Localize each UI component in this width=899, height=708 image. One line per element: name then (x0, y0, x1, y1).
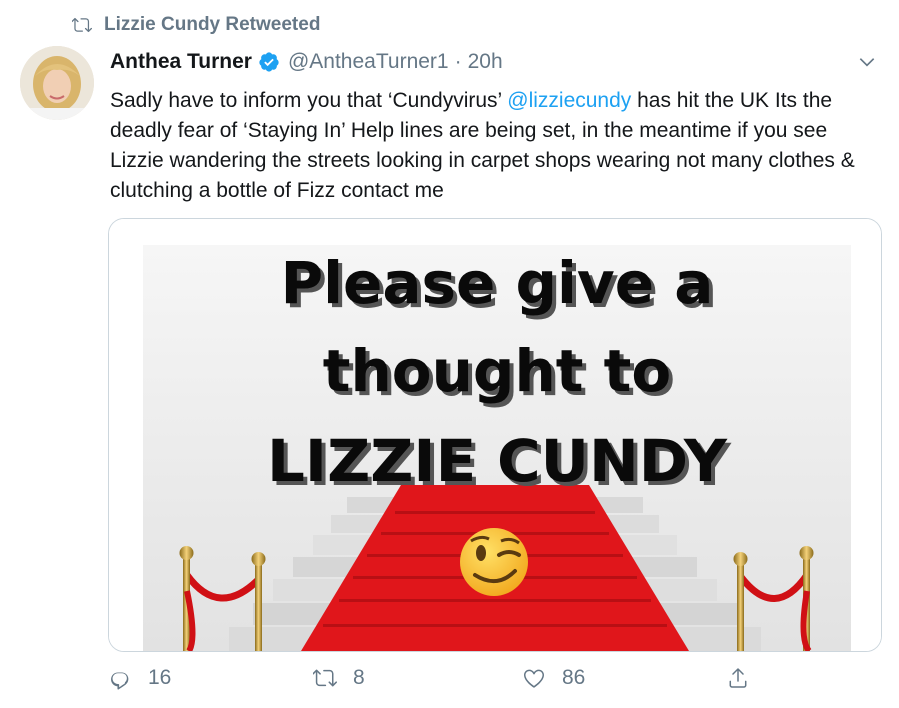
chevron-down-icon[interactable] (857, 52, 877, 72)
retweeted-by-label[interactable]: Lizzie Cundy Retweeted (104, 14, 320, 36)
author-handle[interactable]: @AntheaTurner1 (288, 50, 449, 74)
avatar[interactable] (20, 46, 94, 120)
tweet-image[interactable]: Please give a Please give a thought to t… (108, 218, 882, 652)
reply-count: 16 (148, 666, 172, 689)
tweet-time[interactable]: 20h (468, 50, 503, 74)
tweet-actions: 16 8 86 (108, 666, 768, 702)
tweet-text-part: Sadly have to inform you that ‘Cundyviru… (110, 89, 508, 112)
image-text-line1: Please give a (281, 249, 714, 317)
tweet-header: Anthea Turner @AntheaTurner1 · 20h (110, 50, 503, 74)
retweet-icon (72, 17, 92, 33)
retweet-count: 8 (353, 666, 365, 689)
author-name[interactable]: Anthea Turner (110, 50, 252, 74)
red-carpet-image: Please give a Please give a thought to t… (109, 219, 881, 651)
like-count: 86 (562, 666, 586, 689)
retweet-context[interactable]: Lizzie Cundy Retweeted (72, 14, 320, 36)
avatar-photo (20, 46, 94, 120)
image-text-line3: LIZZIE CUNDY (267, 427, 728, 495)
retweet-icon (313, 669, 337, 687)
header-separator: · (454, 50, 462, 73)
like-button[interactable]: 86 (522, 666, 585, 690)
reply-button[interactable]: 16 (108, 666, 171, 690)
verified-badge-icon (259, 52, 279, 72)
wink-emoji (460, 528, 528, 596)
share-button[interactable] (726, 666, 766, 690)
image-text-line2: thought to (323, 337, 671, 405)
mention-link[interactable]: @lizziecundy (507, 89, 631, 112)
share-icon (729, 668, 747, 688)
reply-icon (111, 672, 129, 690)
tweet-text: Sadly have to inform you that ‘Cundyviru… (110, 86, 880, 206)
like-icon (524, 669, 544, 688)
retweet-button[interactable]: 8 (313, 666, 365, 690)
